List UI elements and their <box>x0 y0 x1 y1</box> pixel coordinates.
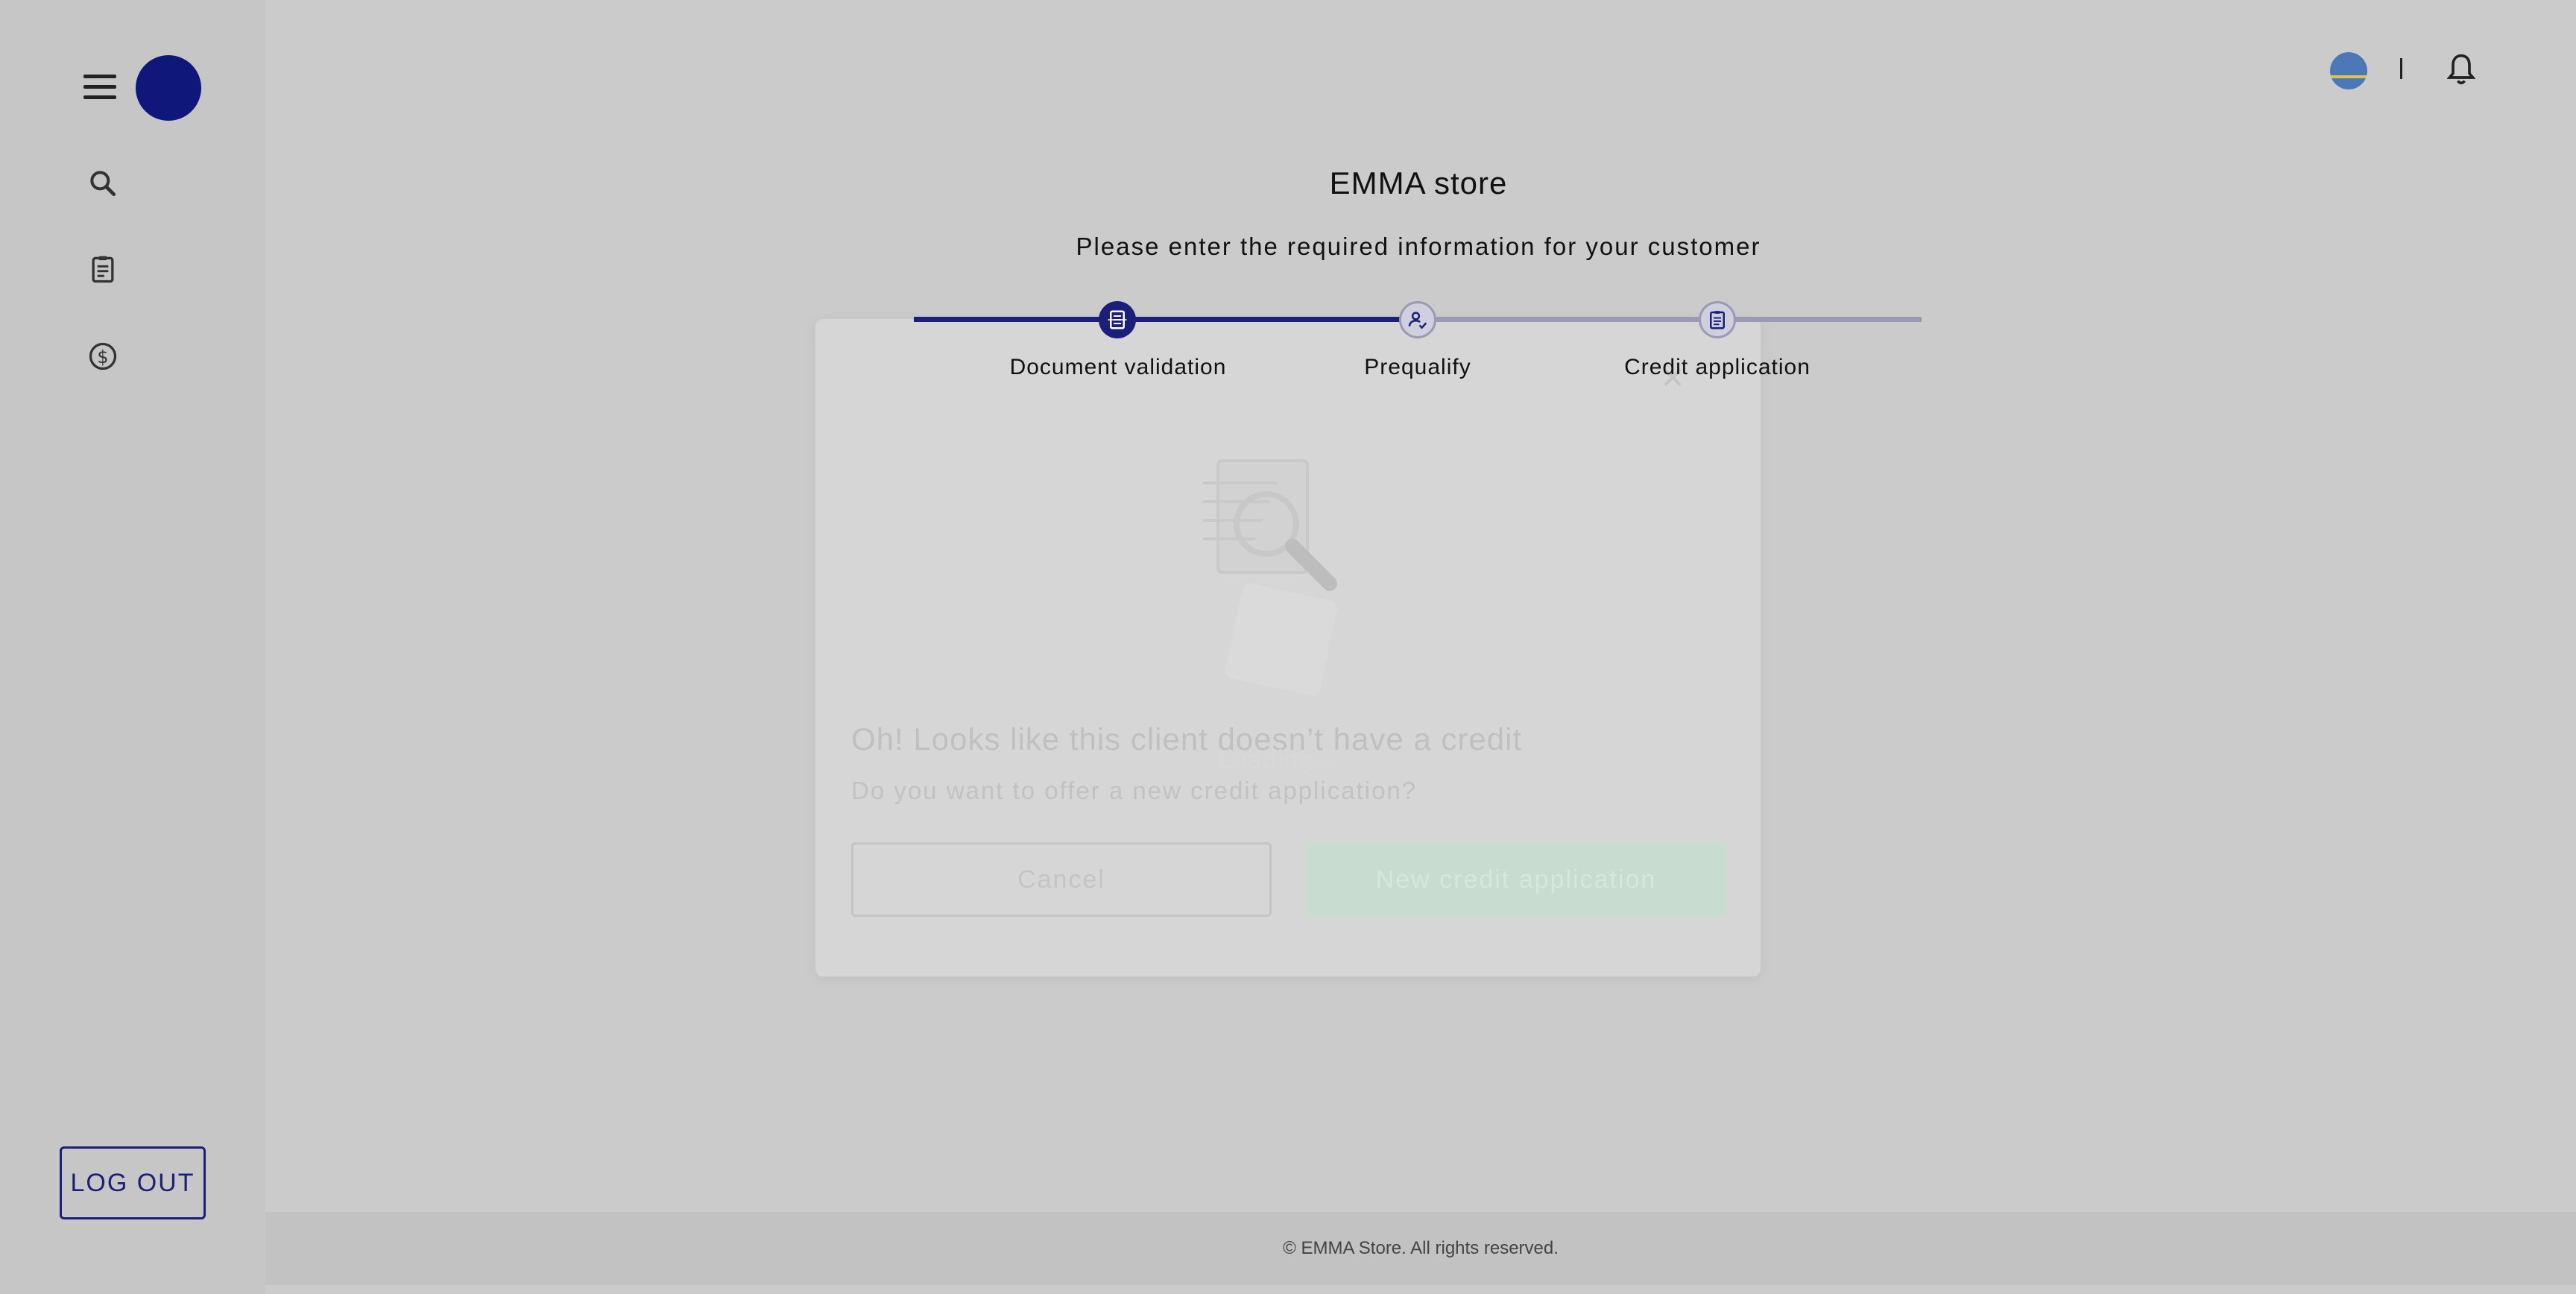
flag-icon[interactable] <box>2330 52 2367 89</box>
svg-text:$: $ <box>97 347 108 367</box>
cancel-button[interactable]: Cancel <box>851 842 1272 917</box>
stepper-progress-done <box>914 317 1418 322</box>
step-label-prequalify: Prequalify <box>1364 355 1471 379</box>
separator <box>2400 58 2402 79</box>
stepper-progress-remaining <box>1418 317 1922 322</box>
document-search-illustration <box>1143 431 1367 699</box>
logout-button[interactable]: LOG OUT <box>60 1146 206 1219</box>
step-label-document-validation: Document validation <box>1009 355 1227 379</box>
hamburger-menu-icon[interactable] <box>83 75 116 103</box>
modal-text: Do you want to offer a new credit applic… <box>851 777 1418 804</box>
step-label-credit-application: Credit application <box>1624 355 1811 379</box>
user-check-icon[interactable] <box>1399 301 1436 338</box>
document-scan-icon[interactable] <box>1099 301 1136 338</box>
page-title: EMMA store <box>1329 165 1508 201</box>
dollar-circle-icon[interactable]: $ <box>83 337 122 376</box>
loading-text: Loading... <box>1218 745 1337 774</box>
clipboard-icon[interactable] <box>1699 301 1736 338</box>
bell-icon[interactable] <box>2445 51 2478 88</box>
footer: © EMMA Store. All rights reserved. <box>265 1212 2576 1285</box>
modal-heading: Oh! Looks like this client doesn’t have … <box>851 722 1523 757</box>
avatar[interactable] <box>136 55 201 121</box>
page-subtitle: Please enter the required information fo… <box>1076 233 1761 260</box>
no-credit-modal: ✕ Oh! Looks like this client doesn’t hav… <box>815 319 1761 976</box>
new-credit-application-button[interactable]: New credit application <box>1306 842 1726 917</box>
